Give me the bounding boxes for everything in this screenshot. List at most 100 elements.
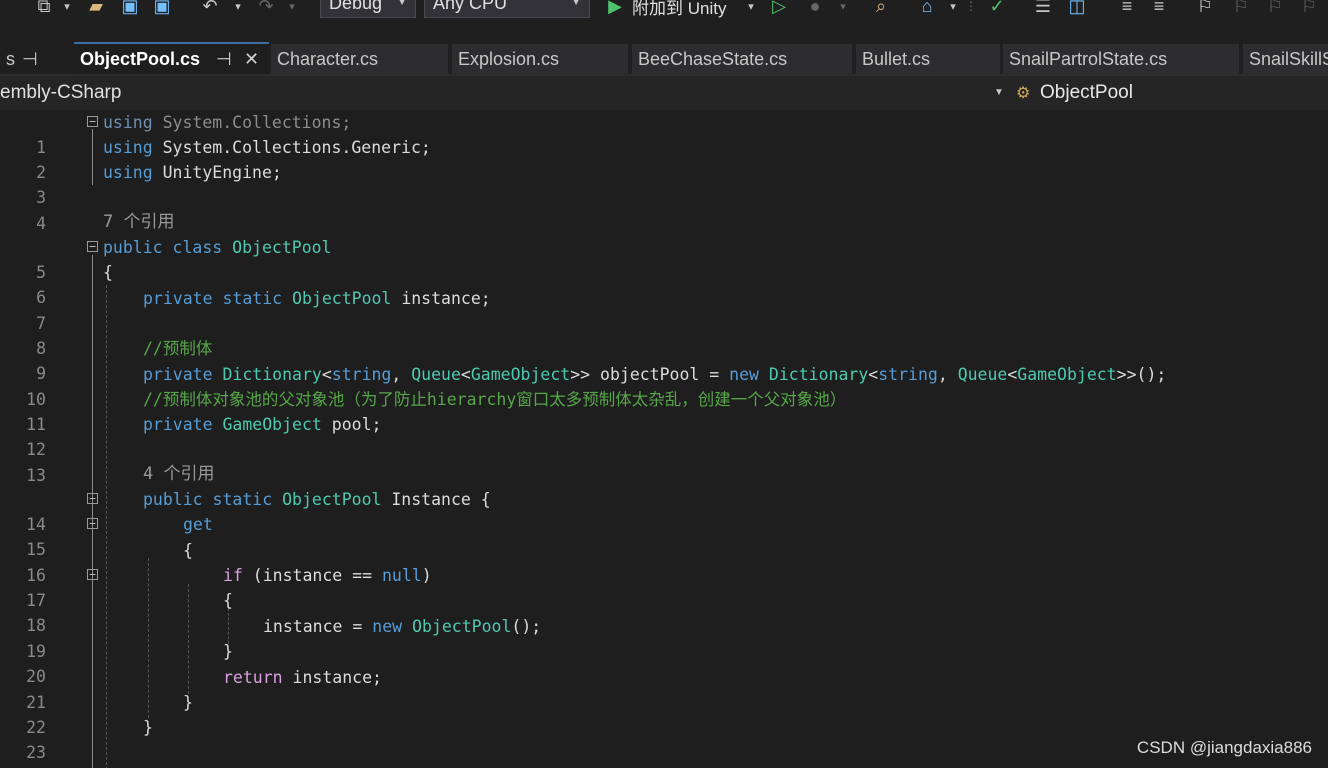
record-icon[interactable]: ● <box>804 0 826 20</box>
identifier: objectPool <box>600 365 700 384</box>
keyword: private <box>143 289 213 308</box>
run-dropdown-icon[interactable]: ▾ <box>744 0 758 20</box>
keyword: if <box>223 566 243 585</box>
keyword: using <box>103 163 153 182</box>
code-line: 17 − if (instance == null) <box>0 563 1328 610</box>
tab-bullet[interactable]: Bullet.cs <box>856 44 1000 74</box>
tab-label: Bullet.cs <box>862 49 931 69</box>
type-name: GameObject <box>222 415 322 434</box>
type-name: ObjectPool <box>292 289 392 308</box>
home-icon[interactable]: ⌂ <box>914 0 940 20</box>
code-line: 20 } <box>0 639 1328 686</box>
tab-label: Character.cs <box>277 49 379 69</box>
chevron-down-icon: ▼ <box>397 0 407 8</box>
collapse-icon[interactable]: − <box>87 518 98 529</box>
open-folder-icon[interactable]: ▰ <box>84 0 108 20</box>
type-name: GameObject <box>470 365 571 384</box>
collapse-icon[interactable]: − <box>87 116 98 127</box>
tab-beechasestate[interactable]: BeeChaseState.cs <box>632 44 852 74</box>
project-dropdown[interactable]: embly-CSharp <box>0 76 121 110</box>
tab-label: SnailPartrolState.cs <box>1009 49 1168 69</box>
tab-overflow-label: s <box>6 49 15 69</box>
code-line: 24 <box>0 741 1328 766</box>
close-icon[interactable]: ✕ <box>244 44 259 74</box>
clear-bookmarks-icon[interactable]: ⚐ <box>1296 0 1322 20</box>
start-without-debug-icon[interactable]: ▷ <box>768 0 790 20</box>
undo-dropdown-icon[interactable]: ▾ <box>230 0 246 20</box>
identifier: instance; <box>292 668 382 687</box>
tab-snailpartrolstate[interactable]: SnailPartrolState.cs <box>1003 44 1239 74</box>
code-line: 12 private GameObject pool; <box>0 412 1328 459</box>
type-name: Queue <box>411 365 461 384</box>
code-line: 18 { <box>0 588 1328 635</box>
code-line: 13 <box>0 438 1328 485</box>
outdent-icon[interactable]: ≡ <box>1114 0 1140 20</box>
comment: //预制体对象池的父对象池（为了防止hierarchy窗口太多预制体太杂乱，创建… <box>143 390 847 409</box>
type-name: GameObject <box>1017 365 1117 384</box>
dropdown-arrow-icon[interactable]: ▾ <box>58 0 76 20</box>
platform-select[interactable]: Any CPU ▼ <box>424 0 590 18</box>
comment: //预制体 <box>143 339 213 358</box>
drag-handle-icon[interactable]: ⋮ <box>964 0 978 20</box>
keyword: public <box>143 490 203 509</box>
type-name: Queue <box>957 365 1008 384</box>
configuration-select[interactable]: Debug ▼ <box>320 0 416 18</box>
indent-icon[interactable]: ≡ <box>1146 0 1172 20</box>
keyword: string <box>331 365 392 384</box>
platform-value: Any CPU <box>433 0 508 13</box>
bookmark-icon[interactable]: ⚐ <box>1192 0 1218 20</box>
redo-icon[interactable]: ↷ <box>254 0 278 20</box>
pin-icon[interactable]: ⊣ <box>22 44 38 74</box>
new-project-icon[interactable]: ⧉ <box>32 0 56 20</box>
save-all-icon[interactable]: ▣ <box>150 0 174 20</box>
tab-character[interactable]: Character.cs <box>271 44 448 74</box>
next-bookmark-icon[interactable]: ⚐ <box>1262 0 1288 20</box>
project-name: embly-CSharp <box>0 82 122 103</box>
codelens-references[interactable]: 7 个引用 <box>103 211 174 233</box>
sync-check-icon[interactable]: ✓ <box>984 0 1010 20</box>
nav-dropdown-icon[interactable]: ▾ <box>946 0 960 20</box>
code-line: 10 private Dictionary<string, Queue<Game… <box>0 362 1328 409</box>
redo-dropdown-icon[interactable]: ▾ <box>284 0 300 20</box>
prev-bookmark-icon[interactable]: ⚐ <box>1228 0 1254 20</box>
line-number: 4 <box>36 214 46 233</box>
collapse-icon[interactable]: − <box>87 569 98 580</box>
brace: } <box>143 718 153 737</box>
find-in-files-icon[interactable]: ⌕ <box>868 0 894 20</box>
code-line: 21 return instance; <box>0 665 1328 712</box>
chevron-down-icon[interactable]: ▼ <box>994 76 1004 110</box>
tab-label: BeeChaseState.cs <box>638 49 788 69</box>
pin-icon[interactable]: ⊣ <box>216 44 232 74</box>
navigation-bar: embly-CSharp ▼ ⚙ ObjectPool <box>0 76 1328 111</box>
collapse-icon[interactable]: − <box>87 241 98 252</box>
attach-unity-button[interactable]: 附加到 Unity <box>632 0 740 20</box>
undo-icon[interactable]: ↶ <box>198 0 222 20</box>
split-view-icon[interactable]: ◫ <box>1064 0 1090 20</box>
toolbar: ⧉ ▾ ▰ ▣ ▣ ↶ ▾ ↷ ▾ Debug ▼ Any CPU ▼ ▶ 附加… <box>0 0 1328 40</box>
brace: { <box>103 263 113 282</box>
code-editor[interactable]: 1 − using System.Collections; 2 using Sy… <box>0 110 1328 768</box>
record-dropdown-icon[interactable]: ▾ <box>836 0 850 20</box>
identifier: pool; <box>331 415 382 434</box>
keyword: new <box>372 617 403 636</box>
type-name: ObjectPool <box>282 490 382 509</box>
keyword: new <box>729 365 759 384</box>
codelens-references[interactable]: 4 个引用 <box>143 463 214 485</box>
tab-explosion[interactable]: Explosion.cs <box>452 44 628 74</box>
keyword: return <box>223 668 283 687</box>
collapse-icon[interactable]: − <box>87 493 98 504</box>
type-name: ObjectPool <box>232 238 332 257</box>
class-icon: ⚙ <box>1016 85 1031 102</box>
play-icon[interactable]: ▶ <box>604 0 626 20</box>
tab-snailskill[interactable]: SnailSkillS <box>1243 44 1328 74</box>
code-line: 7 private static ObjectPool instance; <box>0 286 1328 333</box>
comment-icon[interactable]: ☰ <box>1030 0 1056 20</box>
type-dropdown[interactable]: ⚙ ObjectPool <box>1016 76 1328 110</box>
tab-overflow[interactable]: s ⊣ <box>0 44 72 74</box>
document-tabs: s ⊣ ObjectPool.cs ⊣ ✕ Character.cs Explo… <box>0 40 1328 76</box>
tab-objectpool[interactable]: ObjectPool.cs ⊣ ✕ <box>74 42 269 74</box>
code-line: 16 { <box>0 538 1328 585</box>
save-icon[interactable]: ▣ <box>118 0 142 20</box>
identifier: Instance <box>391 490 471 509</box>
code-line: 6 { <box>0 260 1328 307</box>
